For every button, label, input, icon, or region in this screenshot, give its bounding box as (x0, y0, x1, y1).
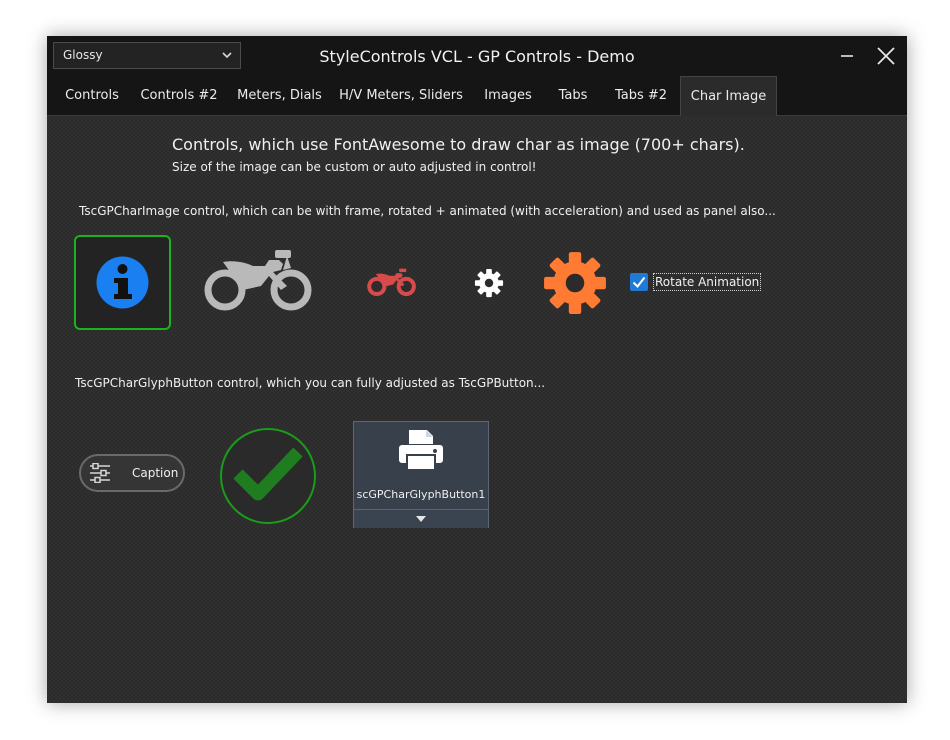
tab-bar: Controls Controls #2 Meters, Dials H/V M… (47, 76, 907, 117)
glyph-button-label: scGPCharGlyphButton1 (356, 488, 486, 501)
sliders-icon (90, 463, 110, 483)
close-icon[interactable] (874, 44, 898, 68)
tab-controls-2[interactable]: Controls #2 (135, 76, 223, 116)
info-circle-icon (96, 256, 149, 309)
tab-char-image[interactable]: Char Image (680, 76, 777, 117)
checkbox-box[interactable] (630, 273, 648, 291)
caption-button[interactable]: Caption (79, 454, 185, 492)
tab-tabs-2[interactable]: Tabs #2 (605, 76, 677, 116)
motorcycle-icon (367, 268, 416, 297)
title-bar: Glossy StyleControls VCL - GP Controls -… (47, 36, 907, 76)
chevron-down-icon (222, 52, 232, 59)
caret-down-icon (416, 516, 426, 522)
page-subheading: Size of the image can be custom or auto … (172, 160, 537, 174)
tab-images[interactable]: Images (477, 76, 539, 116)
check-circle-button[interactable] (220, 428, 316, 524)
gear-icon (474, 268, 504, 298)
char-image-description: TscGPCharImage control, which can be wit… (79, 204, 776, 218)
char-image-page: Controls, which use FontAwesome to draw … (47, 116, 907, 703)
tab-meters-dials[interactable]: Meters, Dials (231, 76, 328, 116)
info-char-image-panel[interactable] (74, 235, 171, 330)
tab-tabs[interactable]: Tabs (547, 76, 599, 116)
motorcycle-icon (204, 250, 312, 311)
style-select[interactable]: Glossy (53, 42, 241, 69)
tab-controls[interactable]: Controls (57, 76, 127, 116)
print-icon (399, 430, 443, 471)
glyph-button-description: TscGPCharGlyphButton control, which you … (75, 376, 546, 390)
check-icon (233, 447, 303, 501)
app-window: Glossy StyleControls VCL - GP Controls -… (47, 36, 907, 703)
rotate-animation-label: Rotate Animation (653, 273, 762, 291)
caption-button-label: Caption (132, 466, 179, 480)
tab-hv-meters-sliders[interactable]: H/V Meters, Sliders (336, 76, 466, 116)
char-glyph-button[interactable]: scGPCharGlyphButton1 (353, 421, 489, 528)
checkmark-icon (632, 276, 646, 289)
minimize-icon[interactable] (835, 44, 859, 68)
style-select-value: Glossy (63, 48, 103, 62)
gear-icon (544, 252, 606, 314)
glyph-button-dropdown[interactable] (354, 509, 488, 528)
window-title: StyleControls VCL - GP Controls - Demo (319, 47, 635, 66)
page-heading: Controls, which use FontAwesome to draw … (172, 135, 745, 154)
